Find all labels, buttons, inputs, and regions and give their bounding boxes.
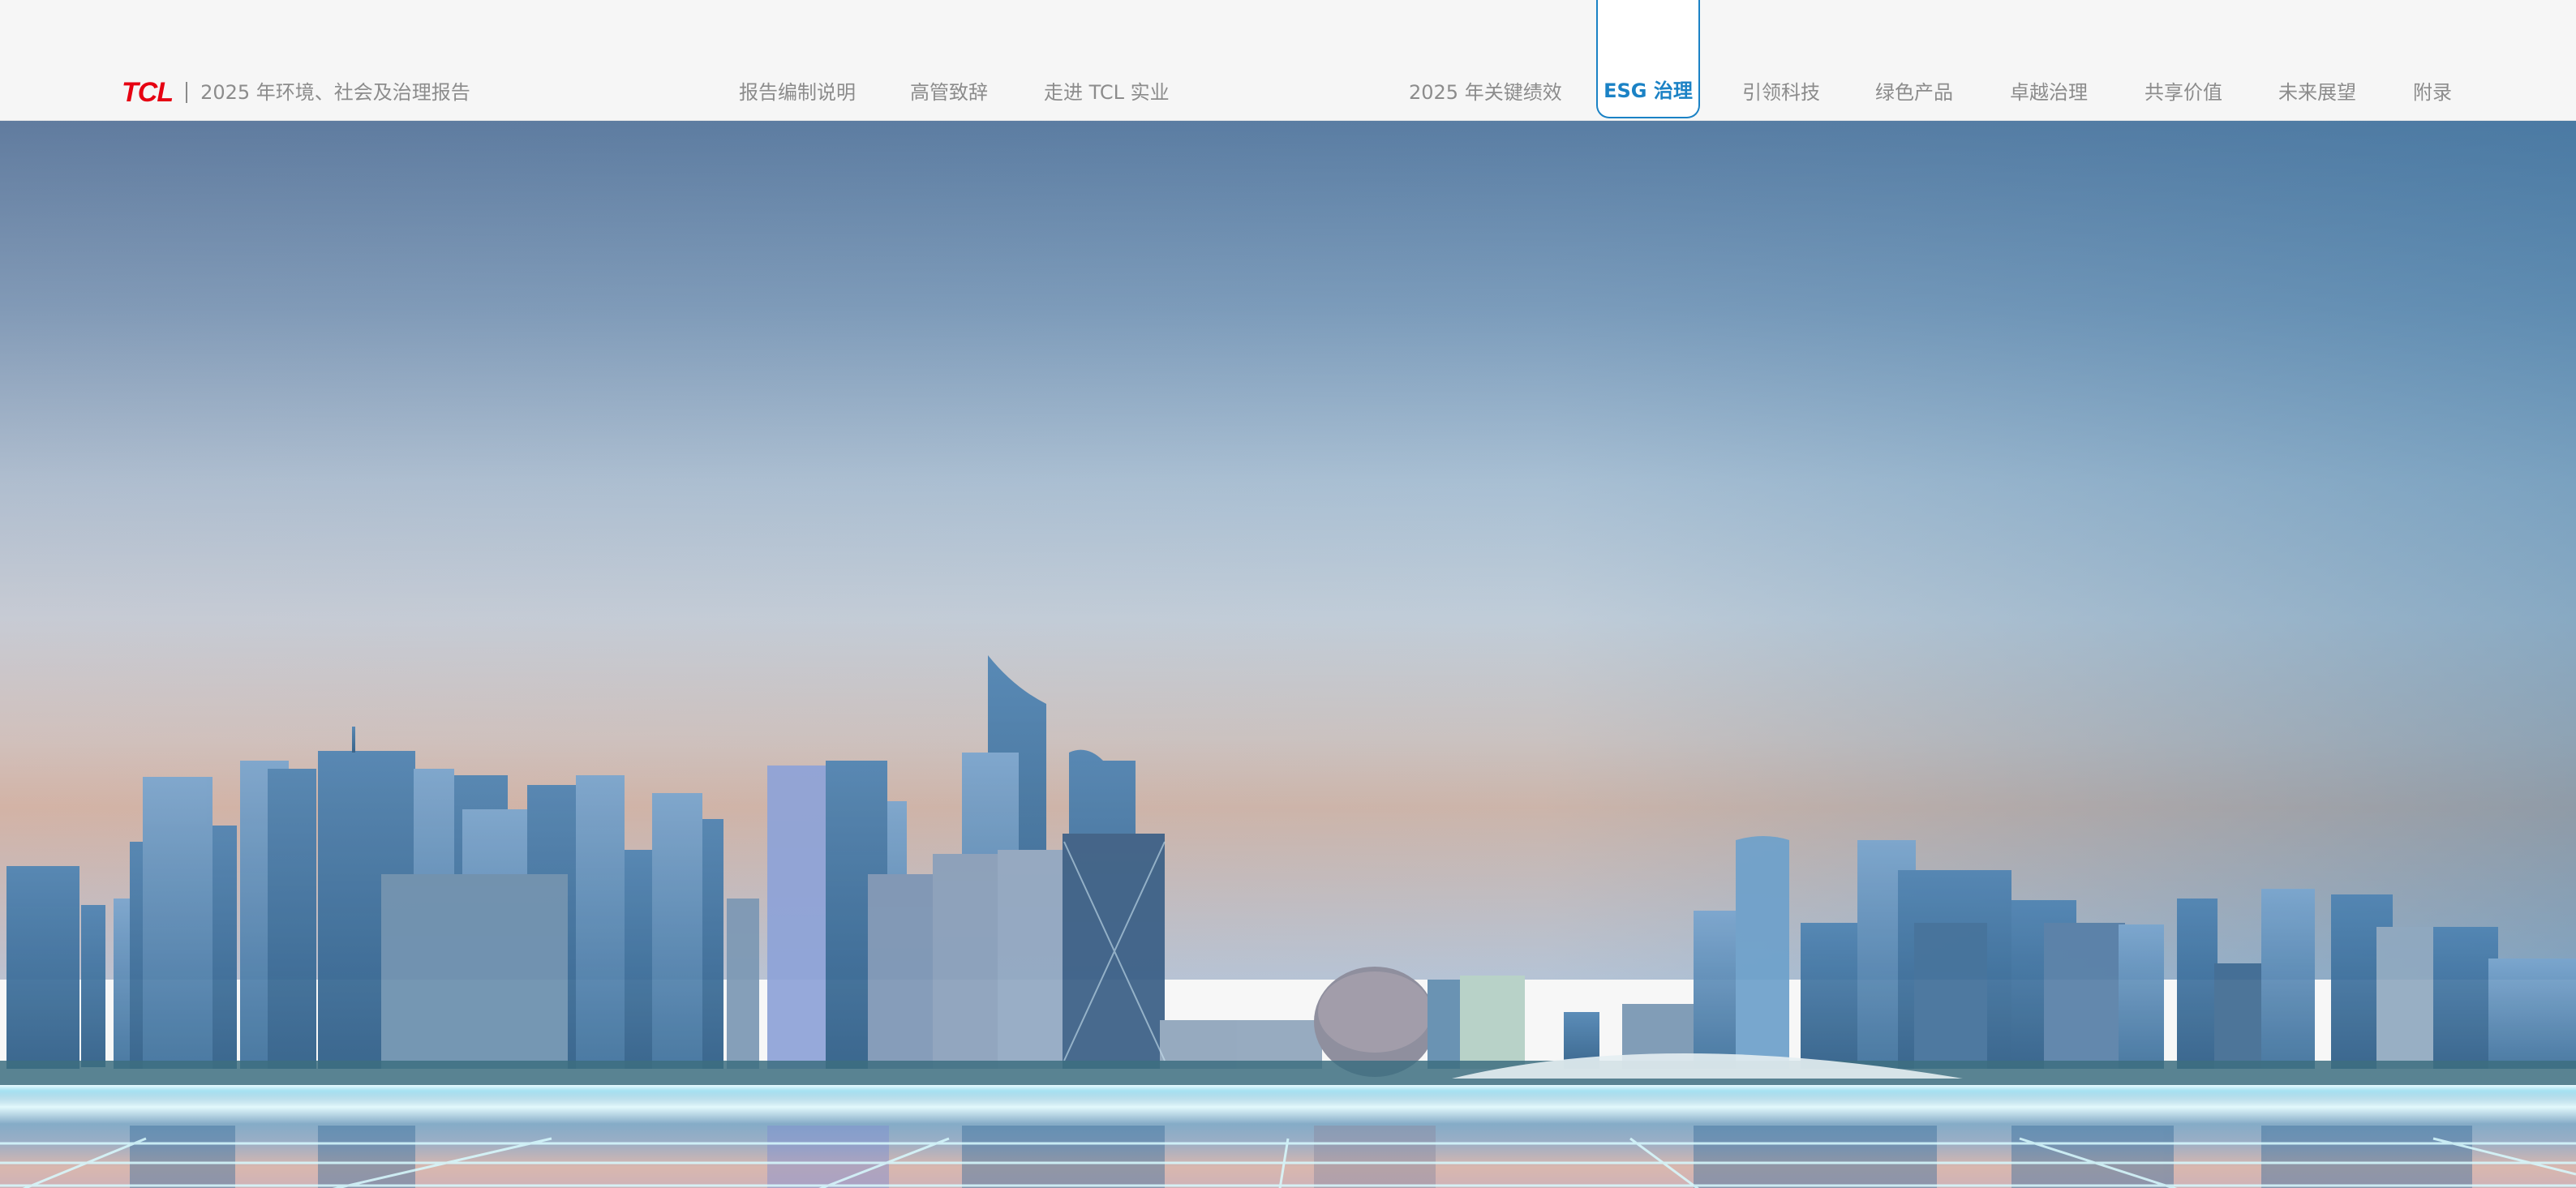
nav-item-esg-governance-label: ESG 治理 [1604,79,1693,102]
nav-item-green-products[interactable]: 绿色产品 [1875,78,1953,107]
nav-item-appendix[interactable]: 附录 [2413,78,2452,107]
hero-banner [0,120,2576,1188]
nav-item-key-performance[interactable]: 2025 年关键绩效 [1409,78,1562,107]
nav-item-excellent-governance[interactable]: 卓越治理 [2010,78,2088,107]
report-title: 2025 年环境、社会及治理报告 [200,81,470,104]
tcl-logo[interactable]: TCL [122,78,174,107]
brand-divider [186,82,188,103]
nav-item-leading-tech[interactable]: 引领科技 [1742,78,1820,107]
nav-item-report-notes[interactable]: 报告编制说明 [739,78,856,107]
nav-item-esg-governance[interactable]: ESG 治理 [1596,0,1700,118]
nav-item-future-outlook[interactable]: 未来展望 [2278,78,2356,107]
nav-item-shared-value[interactable]: 共享价值 [2145,78,2222,107]
nav-item-about-tcl[interactable]: 走进 TCL 实业 [1044,78,1170,107]
brand[interactable]: TCL 2025 年环境、社会及治理报告 [122,78,470,107]
top-navigation-bar: TCL 2025 年环境、社会及治理报告 报告编制说明 高管致辞 走进 TCL … [0,0,2576,121]
city-skyline-banner-icon [0,120,2576,1188]
nav-item-executive-message[interactable]: 高管致辞 [910,78,988,107]
